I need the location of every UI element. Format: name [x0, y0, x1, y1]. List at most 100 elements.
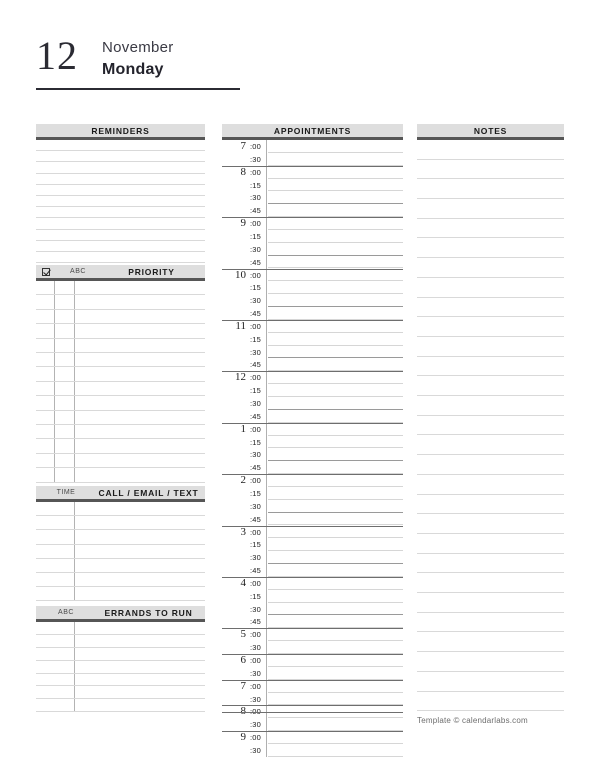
reminders-row[interactable]	[36, 196, 205, 208]
appointment-slot[interactable]: :30	[222, 191, 403, 205]
priority-row[interactable]	[36, 439, 205, 454]
notes-row[interactable]	[417, 258, 564, 278]
appointment-slot[interactable]: :45	[222, 615, 403, 629]
notes-row[interactable]	[417, 337, 564, 357]
priority-row[interactable]	[36, 367, 205, 382]
appointment-slot[interactable]: :15	[222, 179, 403, 192]
notes-row[interactable]	[417, 534, 564, 554]
notes-row[interactable]	[417, 357, 564, 377]
appointment-slot[interactable]: :45	[222, 513, 403, 526]
reminders-row[interactable]	[36, 241, 205, 252]
appointment-slot[interactable]: :30	[222, 294, 403, 308]
notes-row[interactable]	[417, 672, 564, 692]
priority-row[interactable]	[36, 396, 205, 411]
appointment-slot[interactable]: 6:00	[222, 654, 403, 667]
appointment-slot[interactable]: :15	[222, 538, 403, 552]
appointment-slot[interactable]: :30	[222, 346, 403, 359]
priority-row[interactable]	[36, 281, 205, 296]
appointment-slot[interactable]: :45	[222, 204, 403, 218]
appointments-rows[interactable]: 7:00:30 8:00:15:30:45 9:00:15:30:45 10:00:1…	[222, 140, 403, 757]
appointment-slot[interactable]: :45	[222, 256, 403, 269]
priority-row[interactable]	[36, 353, 205, 368]
notes-row[interactable]	[417, 317, 564, 337]
priority-row[interactable]	[36, 295, 205, 310]
appointment-slot[interactable]: :30	[222, 693, 403, 706]
notes-row[interactable]	[417, 219, 564, 239]
appointment-slot[interactable]: :30	[222, 744, 403, 757]
reminders-row[interactable]	[36, 151, 205, 163]
notes-row[interactable]	[417, 495, 564, 515]
notes-rows[interactable]	[417, 140, 564, 712]
notes-row[interactable]	[417, 416, 564, 436]
appointment-slot[interactable]: :30	[222, 500, 403, 513]
call-email-text-row[interactable]	[36, 559, 205, 573]
appointment-slot[interactable]: :30	[222, 153, 403, 166]
notes-row[interactable]	[417, 633, 564, 653]
notes-row[interactable]	[417, 514, 564, 534]
priority-row[interactable]	[36, 310, 205, 325]
appointment-slot[interactable]: 9:00	[222, 731, 403, 744]
errands-row[interactable]	[36, 699, 205, 713]
appointment-slot[interactable]: 1:00	[222, 423, 403, 436]
notes-row[interactable]	[417, 573, 564, 594]
priority-row[interactable]	[36, 454, 205, 469]
appointment-slot[interactable]: 11:00	[222, 320, 403, 333]
appointment-slot[interactable]: :45	[222, 358, 403, 372]
appointment-slot[interactable]: 9:00	[222, 217, 403, 230]
appointment-slot[interactable]: :30	[222, 603, 403, 616]
appointment-slot[interactable]: :30	[222, 397, 403, 410]
appointment-slot[interactable]: 8:00	[222, 166, 403, 179]
call-email-text-row[interactable]	[36, 530, 205, 545]
reminders-row[interactable]	[36, 174, 205, 185]
notes-row[interactable]	[417, 475, 564, 495]
appointment-slot[interactable]: :45	[222, 564, 403, 577]
notes-row[interactable]	[417, 376, 564, 397]
reminders-row[interactable]	[36, 185, 205, 196]
notes-row[interactable]	[417, 593, 564, 613]
appointment-slot[interactable]: 12:00	[222, 371, 403, 385]
notes-row[interactable]	[417, 396, 564, 416]
notes-row[interactable]	[417, 613, 564, 633]
appointment-slot[interactable]: :45	[222, 461, 403, 475]
notes-row[interactable]	[417, 278, 564, 298]
notes-row[interactable]	[417, 652, 564, 672]
appointment-slot[interactable]: :15	[222, 281, 403, 295]
appointment-slot[interactable]: 7:00	[222, 680, 403, 693]
priority-rows[interactable]	[36, 281, 205, 483]
appointment-slot[interactable]: :15	[222, 384, 403, 397]
appointment-slot[interactable]: 10:00	[222, 269, 403, 282]
appointment-slot[interactable]: :15	[222, 436, 403, 449]
priority-row[interactable]	[36, 339, 205, 353]
call-email-text-row[interactable]	[36, 502, 205, 517]
errands-row[interactable]	[36, 674, 205, 687]
appointment-slot[interactable]: :15	[222, 230, 403, 243]
errands-row[interactable]	[36, 661, 205, 674]
appointment-slot[interactable]: :15	[222, 487, 403, 500]
reminders-row[interactable]	[36, 230, 205, 241]
notes-row[interactable]	[417, 298, 564, 318]
reminders-row[interactable]	[36, 252, 205, 264]
appointment-slot[interactable]: :45	[222, 410, 403, 423]
appointment-slot[interactable]: 2:00	[222, 474, 403, 487]
errands-row[interactable]	[36, 687, 205, 700]
errands-rows[interactable]	[36, 622, 205, 713]
appointment-slot[interactable]: :15	[222, 333, 403, 346]
priority-row[interactable]	[36, 382, 205, 397]
reminders-row[interactable]	[36, 140, 205, 152]
appointment-slot[interactable]: :30	[222, 243, 403, 256]
notes-row[interactable]	[417, 554, 564, 574]
priority-row[interactable]	[36, 411, 205, 425]
reminders-row[interactable]	[36, 207, 205, 219]
notes-row[interactable]	[417, 455, 564, 475]
priority-row[interactable]	[36, 425, 205, 440]
notes-row[interactable]	[417, 160, 564, 180]
reminders-row[interactable]	[36, 218, 205, 230]
notes-row[interactable]	[417, 436, 564, 456]
appointment-slot[interactable]: 3:00	[222, 526, 403, 539]
priority-row[interactable]	[36, 324, 205, 339]
appointment-slot[interactable]: :30	[222, 551, 403, 565]
notes-row[interactable]	[417, 239, 564, 259]
errands-row[interactable]	[36, 622, 205, 635]
appointment-slot[interactable]: :30	[222, 641, 403, 654]
notes-row[interactable]	[417, 140, 564, 160]
